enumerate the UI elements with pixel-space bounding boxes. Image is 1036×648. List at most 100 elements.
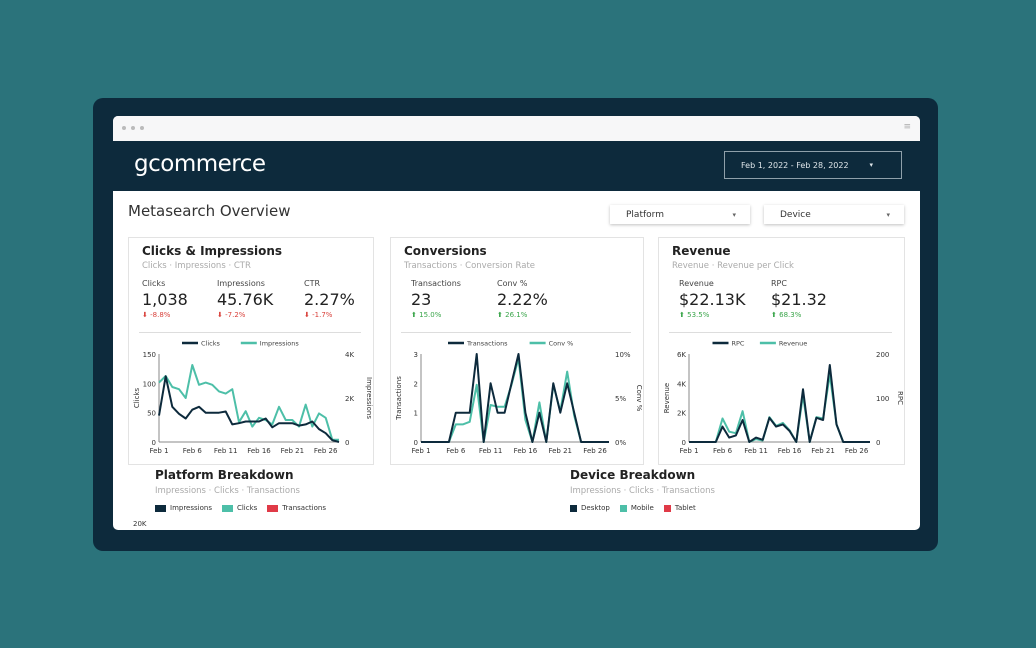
y-axis-label: Clicks [133,387,141,408]
section-subtitle: Impressions · Clicks · Transactions [570,486,715,496]
y-axis-label: Revenue [663,383,671,414]
y2-tick-label: 200 [876,351,889,359]
legend-label: Impressions [260,340,300,348]
y-tick-label: 0 [414,439,418,447]
platform-filter[interactable]: Platform ▾ [610,205,750,224]
card-title: Revenue [672,244,731,258]
browser-window: ≡ gcommerce Feb 1, 2022 - Feb 28, 2022 ▾ … [113,116,920,530]
legend-item: Clicks [221,504,257,512]
metric-delta: ⬆ 15.0% [411,311,461,319]
arrow-down-icon: ⬇ [304,311,310,319]
legend-label: Clicks [201,340,220,348]
legend-swatch [155,504,166,512]
y-tick-label: 1 [414,410,418,418]
filter-label: Device [780,209,811,220]
y-tick-label: 0 [152,439,156,447]
x-tick-label: Feb 16 [778,447,802,455]
metric-label: Revenue [679,279,714,288]
x-tick-label: Feb 6 [713,447,733,455]
legend-label: Transactions [466,340,508,348]
series-line-revenue [689,373,870,443]
date-range-label: Feb 1, 2022 - Feb 28, 2022 [741,160,849,170]
card-title: Clicks & Impressions [142,244,283,258]
arrow-down-icon: ⬇ [217,311,223,319]
caret-down-icon: ▾ [732,210,736,219]
arrow-up-icon: ⬆ [679,311,685,319]
y-tick-label: 150 [143,351,156,359]
metric-delta: ⬇ -7.2% [217,311,273,319]
x-tick-label: Feb 1 [411,447,430,455]
device-breakdown: Device Breakdown Impressions · Clicks · … [570,468,715,512]
menu-icon[interactable]: ≡ [903,122,911,132]
x-tick-label: Feb 11 [214,447,238,455]
metric-label: Transactions [411,279,461,288]
platform-breakdown: Platform Breakdown Impressions · Clicks … [155,468,326,512]
delta-value: 68.3% [779,311,802,319]
series-line-clicks [158,375,340,443]
x-tick-label: Feb 16 [514,447,538,455]
metric-value: 2.27% [304,290,355,309]
y-tick-label: 2 [414,380,418,388]
section-title: Device Breakdown [570,468,696,482]
arrow-down-icon: ⬇ [142,311,148,319]
logo: gcommerce [134,151,266,177]
series-line-transactions [421,353,609,443]
x-tick-label: Feb 1 [679,447,698,455]
x-tick-label: Feb 11 [479,447,503,455]
legend-swatch [221,504,233,512]
metric-label: Impressions [217,279,265,288]
x-tick-label: Feb 26 [845,447,869,455]
device-filter[interactable]: Device ▾ [764,205,904,224]
series-line-impressions [158,364,339,441]
y2-tick-label: 0% [615,439,626,447]
metric: Clicks 1,038 ⬇ -8.8% [142,279,188,319]
delta-value: 15.0% [419,311,442,319]
delta-value: -7.2% [225,311,246,319]
metric-delta: ⬆ 53.5% [679,311,745,319]
y-tick-label: 2K [677,410,686,418]
y-tick-label: 100 [143,380,156,388]
delta-value: -1.7% [312,311,333,319]
legend-swatch [267,504,279,512]
x-tick-label: Feb 6 [446,447,466,455]
metric-value: $21.32 [771,290,827,309]
y2-tick-label: 0 [876,439,880,447]
arrow-up-icon: ⬆ [771,311,777,319]
legend-item: Transactions [267,504,326,512]
x-tick-label: Feb 21 [548,447,572,455]
x-tick-label: Feb 26 [314,447,338,455]
metric: RPC $21.32 ⬆ 68.3% [771,279,827,319]
legend: Desktop Mobile Tablet [570,504,715,512]
y-tick-label: 6K [677,351,686,359]
divider [669,332,892,333]
y2-tick-label: 0 [345,439,349,447]
delta-value: 53.5% [687,311,710,319]
y2-tick-label: 10% [615,351,631,359]
legend-label: Transactions [282,504,326,512]
window-controls[interactable] [122,126,144,130]
y-tick-label: 4K [677,380,686,388]
date-range-picker[interactable]: Feb 1, 2022 - Feb 28, 2022 ▾ [724,151,902,179]
card-subtitle: Revenue · Revenue per Click [672,261,794,271]
metric-label: RPC [771,279,787,288]
y2-tick-label: 5% [615,395,626,403]
legend-swatch [570,504,577,512]
section-title: Platform Breakdown [155,468,294,482]
divider [139,332,361,333]
arrow-up-icon: ⬆ [411,311,417,319]
x-tick-label: Feb 21 [281,447,305,455]
metric-label: CTR [304,279,321,288]
metric-value: 1,038 [142,290,188,309]
legend-label: Tablet [674,504,696,512]
filter-label: Platform [626,209,664,220]
card-subtitle: Transactions · Conversion Rate [404,261,536,271]
legend-label: Mobile [630,504,654,512]
y-tick: 20K [133,520,147,528]
legend-label: Desktop [581,504,610,512]
legend-item: Desktop [570,504,610,512]
legend-item: Mobile [619,504,654,512]
legend-swatch [619,504,627,512]
line-chart: Transactions Conv % 0 1 2 3 0% 5% 10% Feb 1 Feb 6 F… [395,340,643,456]
metric-value: 23 [411,290,432,309]
y2-tick-label: 100 [876,395,889,403]
